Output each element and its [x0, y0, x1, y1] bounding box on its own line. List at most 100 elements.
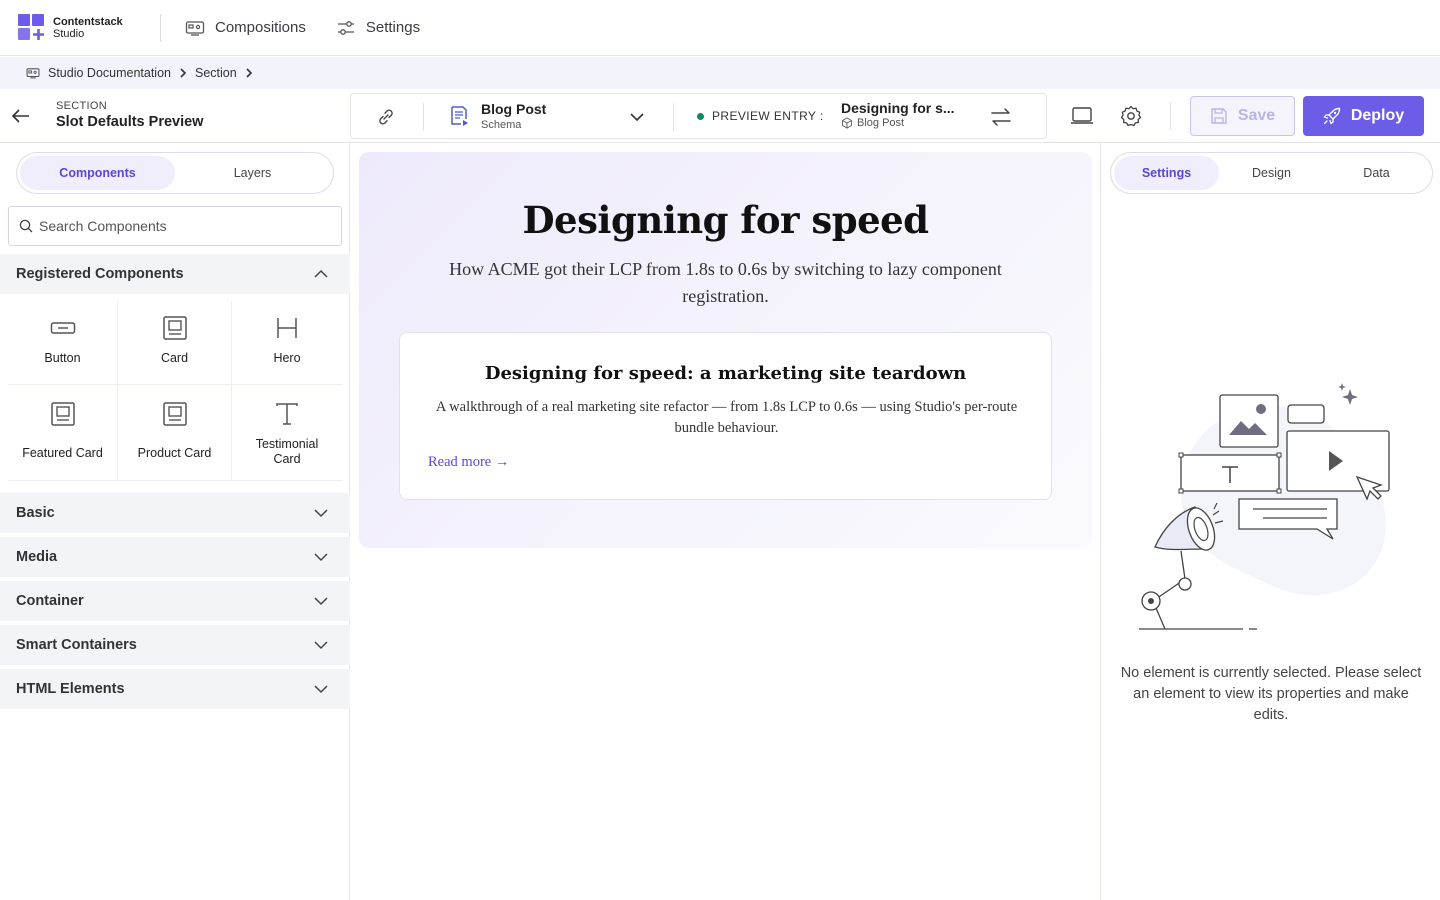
accordion-media[interactable]: Media: [0, 537, 350, 577]
tab-layers[interactable]: Layers: [175, 156, 330, 190]
tab-data[interactable]: Data: [1324, 156, 1429, 190]
search-box: [8, 206, 342, 246]
sliders-icon: [337, 20, 354, 35]
left-panel-tabs: Components Layers: [16, 152, 334, 194]
tab-design[interactable]: Design: [1219, 156, 1324, 190]
top-bar: Contentstack Studio Compositions Setting…: [0, 0, 1440, 56]
accordion-title: Smart Containers: [16, 637, 137, 653]
chevron-down-icon: [630, 113, 644, 122]
component-tile-card[interactable]: Card: [118, 301, 232, 385]
component-label: Button: [44, 351, 81, 365]
divider: [423, 103, 424, 131]
accordion-title: Registered Components: [16, 266, 184, 282]
preview-entry-selector[interactable]: Designing for s... Blog Post: [841, 100, 955, 129]
breadcrumb: Studio Documentation Section: [0, 57, 1440, 89]
nav-settings-label: Settings: [365, 19, 421, 36]
preview-entry-label: PREVIEW ENTRY :: [697, 109, 824, 123]
card-icon: [50, 402, 75, 426]
hero-section[interactable]: Designing for speed How ACME got their L…: [359, 152, 1092, 548]
accordion-container[interactable]: Container: [0, 581, 350, 621]
section-info: SECTION Slot Defaults Preview: [56, 100, 203, 130]
status-dot-icon: [697, 112, 704, 120]
tab-settings[interactable]: Settings: [1114, 156, 1219, 190]
link-icon: [379, 109, 393, 125]
chevron-right-icon: [246, 68, 252, 78]
entry-name: Designing for s...: [841, 100, 955, 116]
preview-controls: Blog Post Schema PREVIEW ENTRY : Designi…: [350, 93, 1047, 139]
breadcrumb-item-section[interactable]: Section: [195, 66, 237, 80]
component-tile-featured-card[interactable]: Featured Card: [8, 385, 118, 481]
nav-settings[interactable]: Settings: [336, 19, 420, 36]
chevron-down-icon: [314, 685, 328, 694]
chevron-down-icon: [314, 509, 328, 518]
chevron-down-icon: [314, 641, 328, 650]
component-label: Testimonial Card: [255, 437, 319, 466]
device-preview-button[interactable]: [1070, 105, 1094, 132]
component-tile-testimonial-card[interactable]: Testimonial Card: [232, 385, 342, 481]
divider: [1170, 102, 1171, 130]
laptop-icon: [1071, 107, 1093, 124]
editor-toolbar: SECTION Slot Defaults Preview Blog Post …: [0, 89, 1440, 143]
component-tile-button[interactable]: Button: [8, 301, 118, 385]
swap-icon: [991, 108, 1011, 126]
save-label: Save: [1237, 107, 1276, 124]
back-button[interactable]: [10, 105, 32, 127]
accordion-html-elements[interactable]: HTML Elements: [0, 669, 350, 709]
app-logo[interactable]: Contentstack Studio: [18, 13, 160, 42]
hero-title[interactable]: Designing for speed: [359, 198, 1092, 242]
read-more-link[interactable]: Read more →: [428, 454, 509, 471]
link-button[interactable]: [375, 106, 397, 133]
compositions-icon: [185, 20, 205, 36]
component-label: Featured Card: [22, 446, 103, 460]
search-input[interactable]: [39, 218, 329, 234]
component-tile-hero[interactable]: Hero: [232, 301, 342, 385]
chevron-right-icon: [180, 68, 187, 78]
gear-icon: [1120, 105, 1142, 127]
deploy-button[interactable]: Deploy: [1303, 96, 1424, 136]
accordion-smart-containers[interactable]: Smart Containers: [0, 625, 350, 665]
arrow-left-icon: [11, 109, 29, 123]
nav-compositions[interactable]: Compositions: [185, 19, 306, 36]
component-label: Hero: [273, 351, 301, 365]
empty-state-illustration-icon: [1139, 383, 1390, 630]
accordion-title: Basic: [16, 505, 55, 521]
compositions-icon: [26, 68, 40, 79]
contentstack-logo-icon: [18, 13, 46, 42]
card-title[interactable]: Designing for speed: a marketing site te…: [400, 363, 1051, 384]
hero-icon: [277, 318, 297, 338]
right-panel-tabs: Settings Design Data: [1110, 152, 1433, 194]
schema-dropdown-toggle[interactable]: [629, 110, 645, 128]
components-panel: Components Layers Registered Components …: [0, 143, 350, 900]
chevron-down-icon: [314, 553, 328, 562]
component-label: Card: [160, 351, 189, 365]
deploy-label: Deploy: [1350, 107, 1405, 124]
schema-icon: [451, 106, 468, 126]
component-grid: Button Card Hero Featured Card Product C…: [8, 301, 342, 481]
button-icon: [50, 322, 75, 334]
entry-type: Blog Post: [857, 117, 905, 129]
logo-title: Contentstack: [53, 15, 123, 28]
divider: [160, 13, 161, 42]
schema-selector[interactable]: Blog Post Schema: [449, 101, 546, 131]
accordion-basic[interactable]: Basic: [0, 493, 350, 533]
tab-components[interactable]: Components: [20, 156, 175, 190]
chevron-up-icon: [314, 269, 328, 278]
accordion-title: HTML Elements: [16, 681, 125, 697]
accordion-title: Media: [16, 549, 58, 565]
swap-entry-button[interactable]: [989, 106, 1013, 133]
chevron-down-icon: [314, 597, 328, 606]
save-button[interactable]: Save: [1190, 96, 1295, 136]
component-tile-product-card[interactable]: Product Card: [118, 385, 232, 481]
preview-canvas: Designing for speed How ACME got their L…: [351, 143, 1100, 900]
logo-subtitle: Studio: [53, 27, 85, 40]
card-body[interactable]: A walkthrough of a real marketing site r…: [430, 397, 1023, 439]
hero-subtitle[interactable]: How ACME got their LCP from 1.8s to 0.6s…: [439, 256, 1012, 310]
settings-button[interactable]: [1119, 104, 1143, 133]
search-icon: [19, 219, 33, 233]
blog-card[interactable]: Designing for speed: a marketing site te…: [399, 332, 1052, 500]
card-icon: [162, 316, 187, 340]
cube-icon: [842, 117, 852, 129]
rocket-icon: [1323, 107, 1341, 125]
accordion-registered-components[interactable]: Registered Components: [0, 254, 350, 294]
breadcrumb-item-studio-documentation[interactable]: Studio Documentation: [48, 66, 171, 80]
